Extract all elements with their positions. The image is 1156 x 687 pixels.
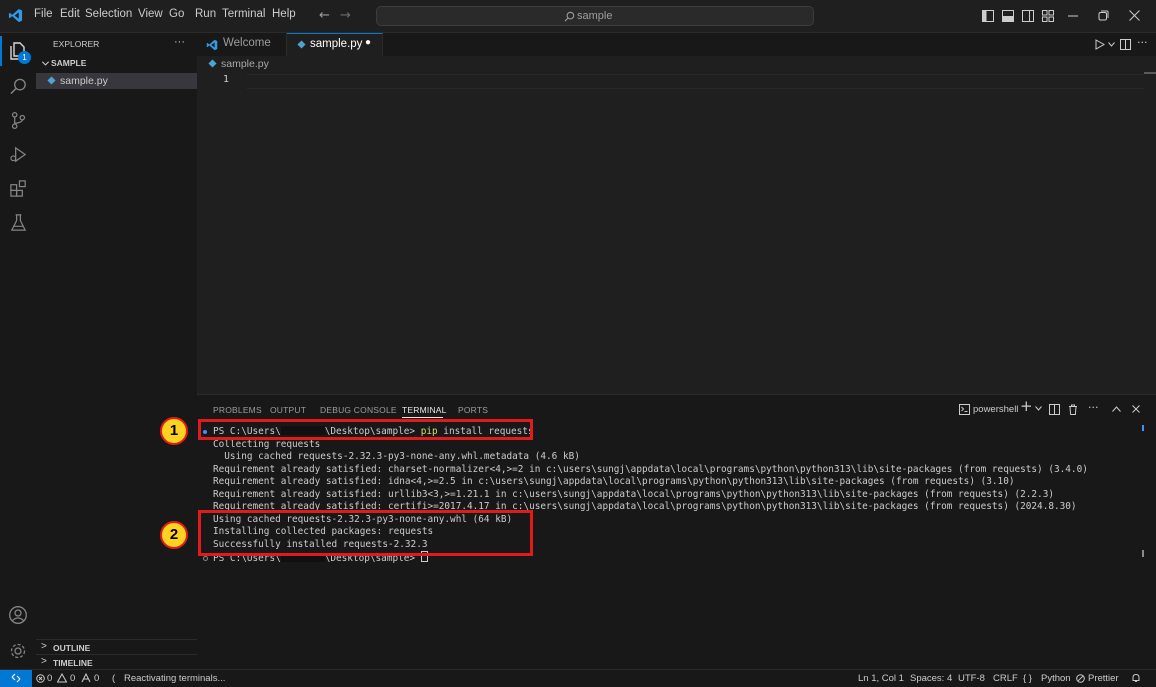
terminal-line: Requirement already satisfied: charset-n… [213,463,1088,475]
scroll-marker [1142,425,1144,431]
remote-indicator[interactable] [0,670,32,687]
prettier-check-icon [1076,674,1085,683]
status-bar: 0 0 0 ( Reactivating terminals... Ln 1, … [0,669,1156,687]
editor-tabs: Welcome sample.py ● ··· [197,33,1156,57]
terminal-line: Requirement already satisfied: idna<4,>=… [213,476,1015,487]
extensions-icon[interactable] [9,179,28,198]
account-icon[interactable] [8,605,28,625]
cursor-position[interactable]: Ln 1, Col 1 [858,673,904,684]
command-decoration-icon [203,556,208,561]
explorer-sidebar: EXPLORER ··· SAMPLE sample.py > OUTLINE … [36,33,198,669]
more-actions-icon[interactable]: ··· [1137,36,1148,49]
tab-welcome[interactable]: Welcome [197,33,287,56]
source-control-icon[interactable] [9,111,28,130]
scroll-marker [1142,550,1144,557]
search-icon [564,11,575,22]
explorer-badge: 1 [18,51,31,64]
menu-file[interactable]: File [34,8,53,20]
python-file-icon [47,76,56,85]
line-ending[interactable]: CRLF [993,673,1018,684]
active-indicator [0,36,2,66]
command-center-search[interactable]: sample [376,6,814,26]
close-icon[interactable] [1129,10,1140,21]
split-editor-icon[interactable] [1120,39,1131,50]
customize-layout-icon[interactable] [1042,10,1054,22]
chevron-down-icon [41,59,50,68]
highlight-box-2 [198,510,533,556]
explorer-title: EXPLORER [53,39,100,49]
minimize-icon[interactable] [1068,15,1078,17]
indentation[interactable]: Spaces: 4 [910,673,952,684]
search-view-icon[interactable] [9,77,28,96]
overview-ruler [1144,72,1156,74]
settings-gear-icon[interactable] [8,641,28,661]
menu-view[interactable]: View [138,8,163,20]
explorer-more-icon[interactable]: ··· [174,36,185,48]
prettier-status[interactable]: Prettier [1088,673,1119,684]
file-name: sample.py [60,75,108,87]
run-debug-icon[interactable] [9,145,28,164]
tab-sample-py[interactable]: sample.py ● [287,33,383,57]
vscode-logo-icon [8,8,23,23]
folder-name: SAMPLE [51,58,87,68]
step-marker-2: 2 [160,521,188,549]
tab-label: sample.py [310,38,363,50]
restore-icon[interactable] [1098,10,1109,21]
toggle-primary-sidebar-icon[interactable] [982,10,994,22]
outline-label: OUTLINE [53,643,91,653]
activity-status[interactable]: Reactivating terminals... [124,673,225,684]
menu-run[interactable]: Run [195,8,216,20]
step-marker-1: 1 [160,417,188,445]
warning-icon[interactable] [57,673,67,683]
ports-icon[interactable] [81,673,91,683]
toggle-panel-icon[interactable] [1002,10,1014,22]
run-python-file-icon[interactable] [1095,39,1105,50]
terminal-line: Collecting requests [213,438,321,450]
notifications-bell-icon[interactable] [1131,673,1141,683]
file-row-sample-py[interactable]: sample.py [36,73,197,89]
outline-section[interactable]: > OUTLINE [36,639,197,655]
chevron-down-icon[interactable] [1108,42,1115,47]
remote-icon [11,673,21,683]
language-mode[interactable]: Python [1041,673,1071,684]
ports-count[interactable]: 0 [94,673,99,684]
python-file-icon [297,40,306,49]
folder-row-sample[interactable]: SAMPLE [36,56,197,72]
menu-go[interactable]: Go [169,8,184,20]
timeline-label: TIMELINE [53,658,93,668]
menu-terminal[interactable]: Terminal [222,8,265,20]
breadcrumb-file[interactable]: sample.py [221,58,269,70]
forward-arrow-icon[interactable]: → [340,9,351,22]
back-arrow-icon[interactable]: ← [319,9,330,22]
editor-area[interactable]: sample.py 1 [197,56,1156,393]
menu-edit[interactable]: Edit [60,8,80,20]
encoding[interactable]: UTF-8 [958,673,985,684]
timeline-section[interactable]: > TIMELINE [36,654,197,670]
testing-icon[interactable] [9,213,28,232]
line-number: 1 [223,74,230,85]
chevron-right-icon: > [41,656,47,667]
current-line-highlight [247,74,1144,89]
menu-selection[interactable]: Selection [85,8,132,20]
highlight-box-1 [198,419,533,440]
search-text: sample [577,10,613,22]
tab-label: Welcome [223,37,271,49]
breadcrumb: sample.py [197,56,1156,72]
chevron-right-icon: > [41,641,47,652]
error-count[interactable]: 0 [47,673,52,684]
toggle-secondary-sidebar-icon[interactable] [1022,10,1034,22]
braces-icon: { } [1023,673,1032,684]
warning-count[interactable]: 0 [70,673,75,684]
menu-help[interactable]: Help [272,8,296,20]
terminal-line: Requirement already satisfied: urllib3<3… [213,488,1054,500]
title-bar: File Edit Selection View Go Run Terminal… [0,0,1156,33]
terminal-line: Using cached requests-2.32.3-py3-none-an… [213,451,580,462]
vscode-logo-icon [206,39,218,51]
loading-icon: ( [112,673,116,684]
activity-bar: 1 [0,33,37,669]
unsaved-dot-icon[interactable]: ● [365,37,371,48]
error-icon[interactable] [36,674,45,683]
python-file-icon [208,59,217,68]
